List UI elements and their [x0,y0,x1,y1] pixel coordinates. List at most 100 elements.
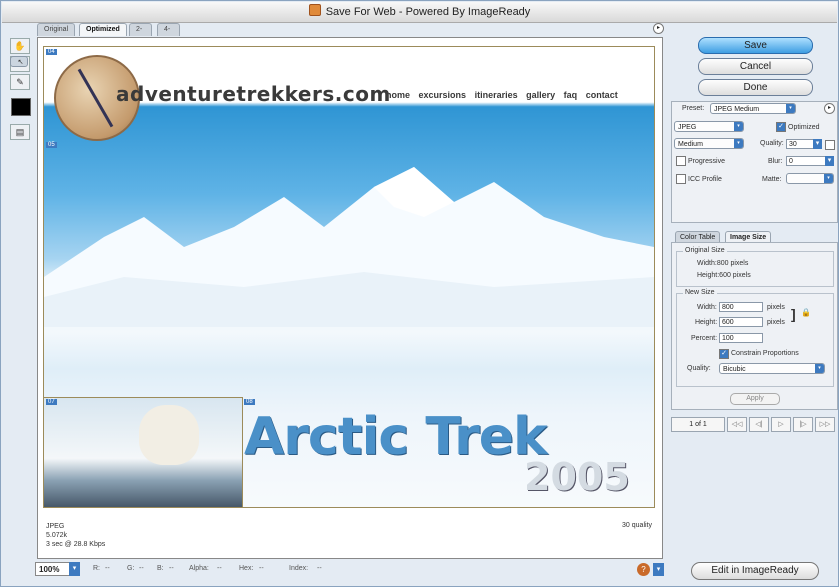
save-for-web-window: Save For Web - Powered By ImageReady Ori… [0,0,839,587]
slice-label[interactable]: 04 [46,49,57,55]
slice-label[interactable]: 08 [244,399,255,405]
readout-hex-label: Hex: [239,565,254,572]
readout-r-value: -- [105,565,110,572]
nav-faq: faq [563,90,578,100]
image-size-panel: Original Size Width:800 pixels Height:60… [671,242,838,410]
quality-input[interactable]: 30 [786,139,814,149]
eyedropper-tool-icon[interactable]: ✎ [10,74,30,90]
zoom-dropdown-icon[interactable]: ▾ [69,562,80,576]
percent-label: Percent: [691,335,718,342]
play-icon[interactable]: ▷ [771,417,791,432]
previous-frame-icon[interactable]: ◁| [749,417,769,432]
readout-b-label: B: [157,565,164,572]
preset-label: Preset: [682,105,705,112]
status-bar: 100% ▾ R: -- G: -- B: -- Alpha: -- Hex: … [35,562,665,578]
save-button[interactable]: Save [698,37,813,54]
headline-text: Arctic Trek [244,407,548,467]
optimized-checkbox[interactable]: ✓ [776,122,786,132]
compression-select[interactable]: Medium ▾ [674,138,744,149]
browser-menu-arrow-icon[interactable]: ▾ [653,563,664,576]
settings-menu-arrow-icon[interactable]: ▸ [824,103,835,114]
last-frame-icon[interactable]: ▷▷ [815,417,835,432]
blur-input[interactable]: 0 [786,156,826,166]
site-navigation: home excursions itineraries gallery faq … [386,90,624,100]
tab-2-up[interactable]: 2-Up [129,23,152,45]
animation-controls: 1 of 1 ◁◁ ◁| ▷ |▷ ▷▷ [671,417,836,432]
info-format: JPEG [46,523,65,530]
progressive-checkbox[interactable] [676,156,686,166]
edit-in-imageready-button[interactable]: Edit in ImageReady [691,562,819,580]
matte-label: Matte: [762,176,782,183]
height-label: Height: [695,319,718,326]
height-unit: pixels [767,319,785,326]
cancel-button[interactable]: Cancel [698,58,813,75]
percent-input[interactable]: 100 [719,333,763,343]
info-quality: 30 quality [622,522,652,529]
view-menu-arrow-icon[interactable]: ▸ [653,23,664,34]
matte-dropdown-icon: ▾ [824,174,833,183]
apply-button[interactable]: Apply [730,393,780,405]
done-button[interactable]: Done [698,79,813,96]
original-size-group: Original Size Width:800 pixels Height:60… [676,247,834,287]
width-input[interactable]: 800 [719,302,763,312]
quality-label: Quality: [760,140,784,147]
quality-slider-icon[interactable]: ▾ [813,139,822,149]
readout-g-label: G: [127,565,135,572]
polar-bear-graphic [139,405,199,465]
resample-quality-select[interactable]: Bicubic ▾ [719,363,825,374]
readout-index-label: Index: [289,565,309,572]
site-name-text: adventuretrekkers.com [116,82,391,106]
optimization-info: JPEG 5.072k 3 sec @ 28.8 Kbps [46,522,105,549]
window-title: Save For Web - Powered By ImageReady [325,6,531,18]
readout-b-value: -- [169,565,174,572]
info-download-time: 3 sec @ 28.8 Kbps [46,541,106,548]
preset-value: JPEG Medium [714,106,760,113]
help-icon[interactable]: ? [637,563,650,576]
toolbox: ✋ ↖ ⌕ ✎ ▤ [10,38,31,142]
tab-4-up[interactable]: 4-Up [157,23,180,45]
constrain-proportions-checkbox[interactable]: ✓ [719,349,729,359]
original-height: Height:600 pixels [697,272,751,279]
eyedropper-color-swatch[interactable] [11,98,31,116]
slice-label[interactable]: 05 [46,142,57,148]
hand-tool-icon[interactable]: ✋ [10,38,30,54]
preset-dropdown-icon: ▾ [786,104,795,113]
width-unit: pixels [767,304,785,311]
constrain-link-bracket-icon: ] [791,306,796,322]
preset-select[interactable]: JPEG Medium ▾ [710,103,796,114]
optimized-preview-panel: adventuretrekkers.com home excursions it… [37,37,663,559]
readout-g-value: -- [139,565,144,572]
mountain-range-graphic [44,167,654,327]
width-label: Width: [697,304,717,311]
slice-select-tool-icon[interactable]: ↖ [10,56,28,67]
frame-counter: 1 of 1 [671,417,725,432]
format-select[interactable]: JPEG ▾ [674,121,744,132]
matte-select[interactable]: ▾ [786,173,834,184]
lock-icon: 🔒 [801,308,811,317]
resample-quality-label: Quality: [687,365,711,372]
nav-contact: contact [585,90,618,100]
resample-dropdown-icon: ▾ [815,364,824,373]
compression-value: Medium [678,141,703,148]
quality-link-icon[interactable] [825,140,835,150]
preview-image[interactable]: adventuretrekkers.com home excursions it… [43,46,655,508]
nav-excursions: excursions [418,90,467,100]
blur-label: Blur: [768,158,783,165]
slice-label[interactable]: 07 [46,399,57,405]
tab-original[interactable]: Original [37,23,76,36]
info-file-size: 5.072k [46,532,68,539]
first-frame-icon[interactable]: ◁◁ [727,417,747,432]
blur-slider-icon[interactable]: ▾ [825,156,834,166]
original-width: Width:800 pixels [697,260,749,267]
optimized-label: Optimized [788,124,820,131]
next-frame-icon[interactable]: |▷ [793,417,813,432]
app-icon [308,4,321,16]
icc-profile-checkbox[interactable] [676,174,686,184]
height-input[interactable]: 600 [719,317,763,327]
readout-index-value: -- [317,565,322,572]
readout-hex-value: -- [259,565,264,572]
toggle-slices-visibility-icon[interactable]: ▤ [10,124,30,140]
tab-optimized[interactable]: Optimized [79,23,127,36]
nav-gallery: gallery [526,90,556,100]
new-size-group: New Size Width: 800 pixels Height: 600 p… [676,289,834,387]
